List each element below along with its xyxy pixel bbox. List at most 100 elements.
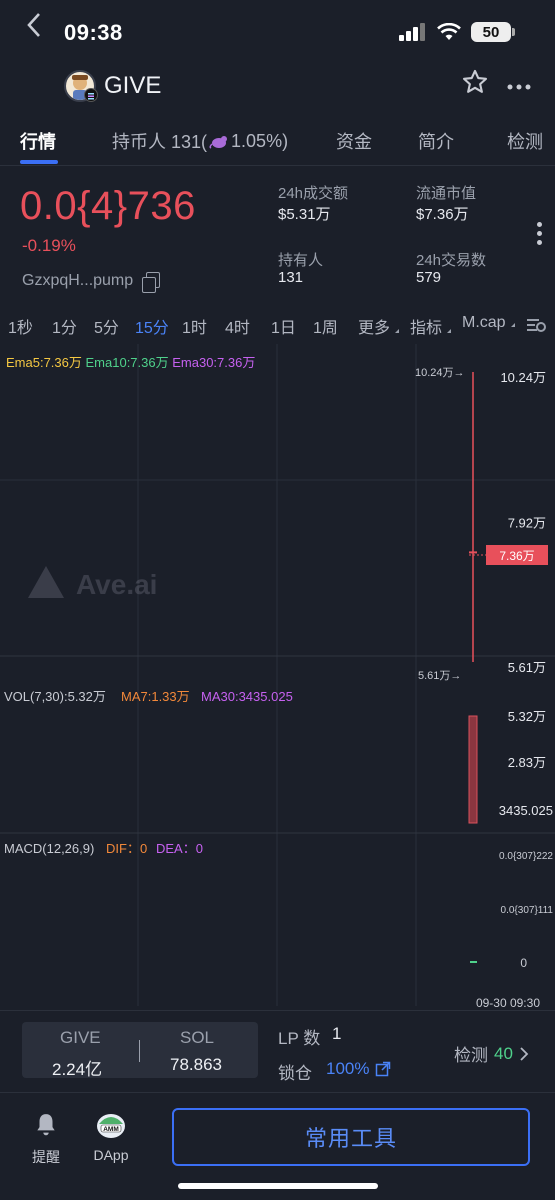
macd-axis-top: 0.0{307}222 bbox=[499, 851, 553, 862]
pool-divider bbox=[139, 1040, 140, 1062]
lock-value: 100% bbox=[326, 1059, 370, 1078]
interval-more[interactable]: 更多 bbox=[358, 314, 400, 338]
chart-grid bbox=[0, 344, 555, 1006]
interval-bar: 1秒 1分 5分 15分 1时 4时 1日 1周 更多 指标 M.cap bbox=[0, 314, 555, 338]
stat-value-txns: 579 bbox=[416, 269, 442, 286]
back-icon[interactable] bbox=[26, 12, 42, 45]
watermark: Ave.ai bbox=[28, 566, 157, 600]
vol-ma30: MA30:3435.025 bbox=[201, 689, 293, 704]
stat-value-volume: $5.31万 bbox=[278, 206, 331, 223]
pool-reserve-box[interactable]: GIVE 2.24亿 SOL 78.863 bbox=[22, 1022, 258, 1079]
tab-holders-label: 持币人 131( bbox=[112, 132, 208, 152]
tab-holders[interactable]: 持币人 131( 1.05%) bbox=[112, 128, 288, 154]
price-axis-label: 10.24万 bbox=[500, 370, 546, 385]
pool-token-a-amount: 2.24亿 bbox=[52, 1060, 103, 1079]
dropdown-triangle-icon bbox=[443, 329, 452, 333]
stats-more-icon[interactable] bbox=[537, 222, 543, 249]
macd-axis-zero: 0 bbox=[520, 956, 527, 970]
macd-dif: DIF：0 bbox=[106, 841, 147, 856]
more-options-icon[interactable] bbox=[507, 70, 531, 98]
dropdown-triangle-icon bbox=[507, 323, 515, 327]
security-check-link[interactable]: 检测 40 bbox=[454, 1041, 529, 1066]
dapp-amm-icon: AMM bbox=[97, 1114, 125, 1138]
ema30-label: Ema30:7.36万 bbox=[172, 355, 256, 370]
stat-label-volume: 24h成交额 bbox=[278, 185, 349, 202]
svg-text:AMM: AMM bbox=[103, 1126, 119, 1133]
low-marker: 5.61万→ bbox=[418, 670, 461, 682]
interval-15m[interactable]: 15分 bbox=[135, 314, 169, 338]
ema-legend: Ema5:7.36万 Ema10:7.36万 Ema30:7.36万 bbox=[6, 352, 255, 371]
dropdown-triangle-icon bbox=[391, 329, 400, 333]
ema10-label: Ema10:7.36万 bbox=[85, 355, 169, 370]
price-axis-label: 7.92万 bbox=[508, 515, 546, 530]
favorite-star-icon[interactable] bbox=[461, 68, 489, 103]
macd-axis-mid: 0.0{307}111 bbox=[501, 905, 554, 916]
price-change: -0.19% bbox=[22, 236, 76, 255]
interval-1m[interactable]: 1分 bbox=[52, 314, 77, 338]
interval-5m[interactable]: 5分 bbox=[94, 314, 119, 338]
token-name: GIVE bbox=[104, 72, 162, 99]
current-price-tag: 7.36万 bbox=[499, 549, 534, 563]
price-chart[interactable]: Ave.ai 10.24万 7.92万 5.61万 7.36万 10.24万→ 5.… bbox=[0, 344, 555, 1014]
tab-funds[interactable]: 资金 bbox=[336, 128, 372, 154]
alert-button[interactable]: 提醒 bbox=[26, 1112, 66, 1167]
home-indicator bbox=[178, 1183, 378, 1189]
time-axis-label: 09-30 09:30 bbox=[476, 996, 540, 1010]
check-score: 40 bbox=[494, 1043, 513, 1063]
interval-1d[interactable]: 1日 bbox=[271, 314, 296, 338]
copy-icon[interactable] bbox=[142, 272, 160, 293]
stat-label-mcap: 流通市值 bbox=[416, 185, 477, 202]
tab-intro[interactable]: 简介 bbox=[418, 128, 454, 154]
dapp-button[interactable]: AMM DApp bbox=[90, 1112, 132, 1163]
chevron-right-icon bbox=[520, 1046, 529, 1061]
common-tools-button[interactable]: 常用工具 bbox=[172, 1108, 530, 1166]
mcap-toggle[interactable]: M.cap bbox=[462, 314, 515, 332]
tab-check[interactable]: 检测 bbox=[507, 128, 543, 154]
vol-axis-low: 3435.025 bbox=[499, 803, 553, 818]
bell-icon bbox=[37, 1114, 55, 1136]
lp-label: LP 数 bbox=[278, 1029, 321, 1048]
vol-legend: VOL(7,30):5.32万 bbox=[4, 689, 106, 704]
lock-label: 锁仓 bbox=[278, 1064, 312, 1083]
vol-ma7: MA7:1.33万 bbox=[121, 689, 190, 704]
battery-indicator: 50 bbox=[471, 22, 515, 42]
tab-bar: 行情 持币人 131( 1.05%) 资金 简介 检测 bbox=[0, 128, 555, 166]
indicator-label: 指标 bbox=[410, 320, 443, 337]
interval-1h[interactable]: 1时 bbox=[182, 314, 207, 338]
price-axis-label: 5.61万 bbox=[508, 660, 546, 675]
indicator-selector[interactable]: 指标 bbox=[410, 314, 452, 338]
lp-count: 1 bbox=[332, 1024, 342, 1043]
solana-chain-icon bbox=[84, 88, 98, 102]
stat-value-mcap: $7.36万 bbox=[416, 206, 469, 223]
status-icons: 50 bbox=[399, 22, 515, 42]
macd-dea: DEA：0 bbox=[156, 841, 203, 856]
alert-label: 提醒 bbox=[32, 1149, 60, 1165]
status-time: 09:38 bbox=[64, 20, 123, 45]
rat-icon bbox=[209, 136, 228, 149]
chart-settings-icon[interactable] bbox=[525, 315, 547, 340]
vol-axis-mid: 2.83万 bbox=[508, 755, 546, 770]
high-marker: 10.24万→ bbox=[415, 367, 465, 379]
ema5-label: Ema5:7.36万 bbox=[6, 355, 82, 370]
interval-1w[interactable]: 1周 bbox=[313, 314, 338, 338]
macd-legend: MACD(12,26,9) bbox=[4, 841, 94, 856]
active-tab-underline bbox=[20, 160, 58, 164]
interval-1s[interactable]: 1秒 bbox=[8, 314, 33, 338]
mcap-label: M.cap bbox=[462, 314, 506, 331]
candle-body bbox=[469, 551, 477, 554]
stat-value-holders: 131 bbox=[278, 269, 304, 286]
check-label: 检测 bbox=[454, 1046, 488, 1065]
tab-holders-pct: 1.05%) bbox=[231, 130, 289, 151]
external-link-icon bbox=[376, 1061, 391, 1077]
watermark-text: Ave.ai bbox=[76, 569, 157, 600]
volume-bar bbox=[468, 715, 478, 824]
interval-4h[interactable]: 4时 bbox=[225, 314, 250, 338]
lock-value-link[interactable]: 100% bbox=[326, 1059, 391, 1079]
signal-icon bbox=[399, 23, 425, 41]
contract-address[interactable]: GzxpqH...pump bbox=[22, 272, 133, 290]
pool-token-b-amount: 78.863 bbox=[170, 1055, 222, 1074]
tab-market[interactable]: 行情 bbox=[20, 128, 56, 154]
interval-more-label: 更多 bbox=[358, 320, 391, 337]
pool-token-b-label: SOL bbox=[180, 1028, 215, 1047]
dapp-label: DApp bbox=[93, 1147, 129, 1163]
